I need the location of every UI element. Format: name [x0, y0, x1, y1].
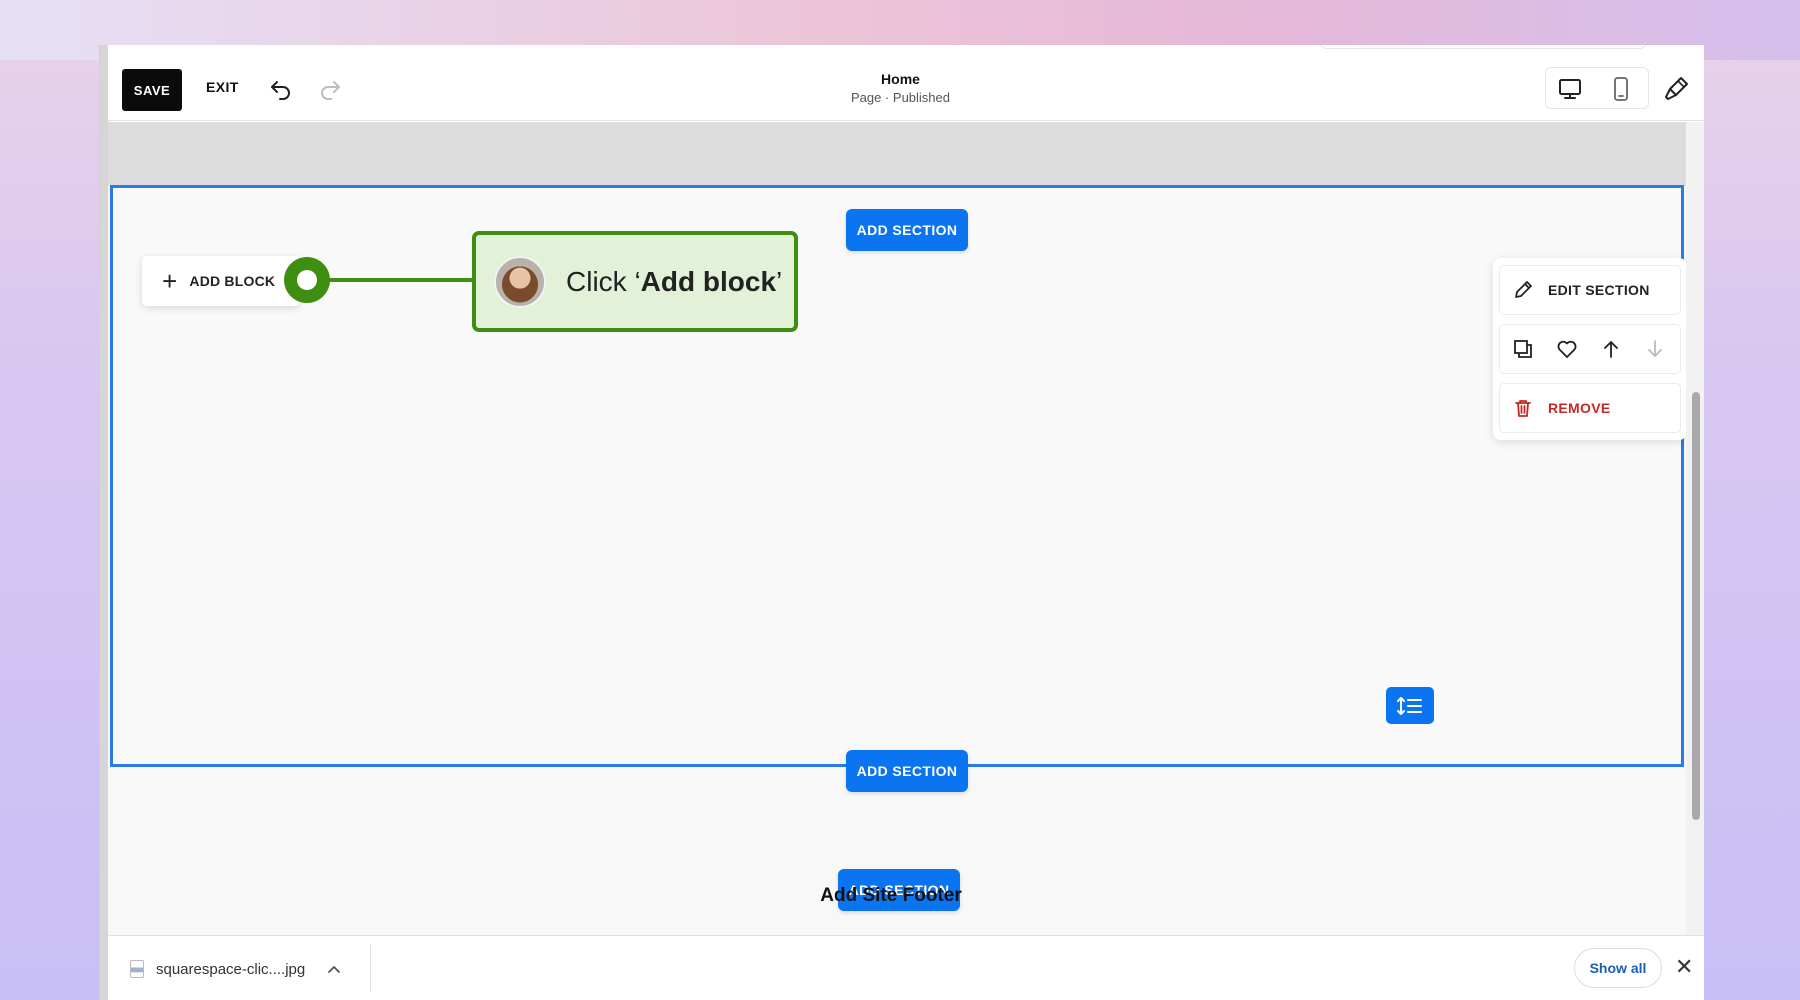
spacing-icon	[1396, 695, 1424, 717]
download-bar: squarespace-clic....jpg Show all ✕	[108, 935, 1704, 1000]
add-site-footer-label: Add Site Footer	[820, 885, 962, 906]
section-spacing-button[interactable]	[1386, 687, 1434, 724]
scrollbar-thumb[interactable]	[1692, 392, 1700, 820]
section-menu: EDIT SECTION REMOVE	[1493, 258, 1687, 440]
avatar	[494, 255, 546, 308]
window-left-strip	[100, 45, 108, 1000]
show-all-button[interactable]: Show all	[1574, 948, 1662, 988]
image-file-icon	[130, 960, 144, 978]
tooltip-text: Click ‘Add block’	[566, 265, 783, 297]
download-file-name: squarespace-clic....jpg	[156, 960, 306, 978]
header-band	[108, 122, 1686, 186]
pencil-icon	[1512, 279, 1534, 301]
close-icon[interactable]: ✕	[1675, 954, 1693, 980]
trash-icon	[1512, 397, 1534, 419]
desktop-icon[interactable]	[1555, 75, 1585, 103]
download-bar-divider	[370, 944, 371, 992]
download-item[interactable]: squarespace-clic....jpg	[130, 954, 341, 984]
heart-icon[interactable]	[1556, 338, 1578, 360]
section-actions-row	[1499, 324, 1681, 374]
page-status: Page · Published	[850, 90, 950, 105]
edit-section-label: EDIT SECTION	[1548, 282, 1650, 298]
page-canvas: ADD SECTION ADD SECTION ADD SECTION + AD…	[108, 122, 1687, 940]
selected-section[interactable]	[110, 185, 1684, 767]
guide-tooltip: Click ‘Add block’	[472, 231, 798, 332]
add-section-button-middle[interactable]: ADD SECTION	[846, 750, 968, 792]
add-section-button-top[interactable]: ADD SECTION	[846, 209, 968, 251]
remove-label: REMOVE	[1548, 400, 1611, 416]
tooltip-connector-line	[326, 278, 474, 282]
add-block-button[interactable]: + ADD BLOCK	[142, 256, 300, 306]
remove-section-button[interactable]: REMOVE	[1499, 383, 1681, 433]
chevron-up-icon[interactable]	[327, 964, 341, 974]
arrow-down-icon[interactable]	[1644, 338, 1666, 360]
toolbar-top-pill	[1318, 45, 1648, 49]
paint-brush-icon[interactable]	[1661, 75, 1691, 103]
duplicate-icon[interactable]	[1512, 338, 1534, 360]
browser-window: SAVE EXIT Home Page · Published ADD SECT…	[99, 45, 1704, 1000]
edit-section-button[interactable]: EDIT SECTION	[1499, 265, 1681, 315]
arrow-up-icon[interactable]	[1600, 338, 1622, 360]
editor-toolbar: SAVE EXIT Home Page · Published	[108, 45, 1704, 121]
plus-icon: +	[162, 266, 178, 296]
page-title: Home	[881, 71, 920, 87]
add-block-label: ADD BLOCK	[189, 273, 276, 289]
tooltip-hotspot-dot	[284, 257, 330, 303]
mobile-icon[interactable]	[1606, 75, 1636, 103]
